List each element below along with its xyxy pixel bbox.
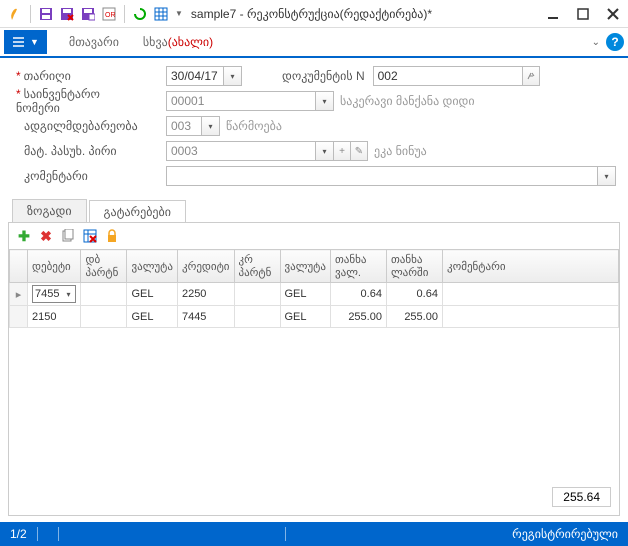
save-new-icon[interactable] xyxy=(79,5,97,23)
docnum-lookup-button[interactable] xyxy=(522,66,540,86)
entries-table[interactable]: დებეტი დბ პარტნ ვალუტა კრედიტი კრ პარტნ … xyxy=(9,249,619,328)
inv-desc: საკერავი მანქანა დიდი xyxy=(340,94,475,108)
resp-label: მატ. პასუხ. პირი xyxy=(16,144,146,158)
maximize-button[interactable] xyxy=(574,5,592,23)
window-title: sample7 - რეკონსტრუქცია(რედაქტირება)* xyxy=(191,7,544,21)
date-label: *თარიღი xyxy=(16,69,146,83)
docnum-label: დოკუმენტის N xyxy=(282,69,365,83)
save-icon[interactable] xyxy=(37,5,55,23)
status-position: 1/2 xyxy=(10,527,27,541)
comment-label: კომენტარი xyxy=(16,169,146,183)
statusbar: 1/2 რეგისტრირებული xyxy=(0,522,628,546)
form-area: *თარიღი 30/04/17 ▾ დოკუმენტის N 002 *საი… xyxy=(0,58,628,195)
chevron-down-icon[interactable]: ▾ xyxy=(316,91,334,111)
table-row[interactable]: ▸ 7455▾ GEL 2250 GEL 0.64 0.64 xyxy=(10,283,619,306)
save-close-icon[interactable] xyxy=(58,5,76,23)
inv-field[interactable]: 00001 ▾ xyxy=(166,91,334,111)
help-icon[interactable]: ? xyxy=(606,33,624,51)
col-amt-gel[interactable]: თანხა ლარში xyxy=(386,250,442,283)
add-row-icon[interactable]: ✚ xyxy=(15,227,33,245)
grid-toolbar: ✚ ✖ xyxy=(9,223,619,249)
collapse-ribbon-icon[interactable]: ⌄ xyxy=(592,37,600,48)
file-menu-button[interactable]: ▼ xyxy=(4,30,47,54)
loc-desc: წარმოება xyxy=(226,119,282,133)
quick-access-toolbar: ORF ▼ xyxy=(6,5,183,23)
ribbon: ▼ მთავარი სხვა(ახალი) ⌄ ? xyxy=(0,28,628,58)
col-credit[interactable]: კრედიტი xyxy=(177,250,234,283)
close-button[interactable] xyxy=(604,5,622,23)
plus-button[interactable]: + xyxy=(333,141,351,161)
refresh-icon[interactable] xyxy=(131,5,149,23)
chevron-down-icon[interactable]: ▾ xyxy=(224,66,242,86)
resp-desc: ეკა ნინუა xyxy=(374,144,427,158)
copy-row-icon[interactable] xyxy=(59,227,77,245)
svg-text:ORF: ORF xyxy=(105,12,116,19)
grid-delete-icon[interactable] xyxy=(81,227,99,245)
grid-container: ✚ ✖ დებეტი დბ პარტნ ვალუტა კრედიტი კრ პა… xyxy=(8,222,620,516)
comment-field[interactable]: ▾ xyxy=(166,166,616,186)
detail-tabs: ზოგადი გატარებები xyxy=(12,199,628,222)
tab-main[interactable]: მთავარი xyxy=(69,35,119,49)
chevron-down-icon[interactable]: ▾ xyxy=(202,116,220,136)
edit-button[interactable]: ✎ xyxy=(350,141,368,161)
table-row[interactable]: 2150 GEL 7445 GEL 255.00 255.00 xyxy=(10,306,619,328)
grid-icon[interactable] xyxy=(152,5,170,23)
loc-field[interactable]: 003 ▾ xyxy=(166,116,220,136)
titlebar: ORF ▼ sample7 - რეკონსტრუქცია(რედაქტირებ… xyxy=(0,0,628,28)
qat-dropdown[interactable]: ▼ xyxy=(175,9,183,18)
app-icon xyxy=(6,5,24,23)
minimize-button[interactable] xyxy=(544,5,562,23)
col-cr-part[interactable]: კრ პარტნ xyxy=(234,250,280,283)
col-curr2[interactable]: ვალუტა xyxy=(280,250,330,283)
chevron-down-icon[interactable]: ▾ xyxy=(598,166,616,186)
debit-cell-editor[interactable]: 7455▾ xyxy=(32,285,76,303)
clear-icon[interactable]: ORF xyxy=(100,5,118,23)
tab-entries[interactable]: გატარებები xyxy=(89,200,186,223)
resp-field[interactable]: 0003 ▾ xyxy=(166,141,334,161)
loc-label: ადგილმდებარეობა xyxy=(16,119,146,133)
tab-other[interactable]: სხვა(ახალი) xyxy=(143,35,213,49)
grid-total: 255.64 xyxy=(552,487,611,507)
tab-general[interactable]: ზოგადი xyxy=(12,199,87,222)
col-currency[interactable]: ვალუტა xyxy=(127,250,177,283)
date-field[interactable]: 30/04/17 ▾ xyxy=(166,66,242,86)
col-debit[interactable]: დებეტი xyxy=(28,250,81,283)
col-amt-cur[interactable]: თანხა ვალ. xyxy=(330,250,386,283)
chevron-down-icon[interactable]: ▾ xyxy=(316,141,334,161)
col-comment[interactable]: კომენტარი xyxy=(442,250,618,283)
delete-row-icon[interactable]: ✖ xyxy=(37,227,55,245)
col-db-part[interactable]: დბ პარტნ xyxy=(81,250,127,283)
list-icon xyxy=(12,36,26,48)
inv-label: *საინვენტარო ნომერი xyxy=(16,87,146,115)
status-state: რეგისტრირებული xyxy=(512,527,618,541)
lock-icon[interactable] xyxy=(103,227,121,245)
docnum-field[interactable]: 002 xyxy=(373,66,523,86)
